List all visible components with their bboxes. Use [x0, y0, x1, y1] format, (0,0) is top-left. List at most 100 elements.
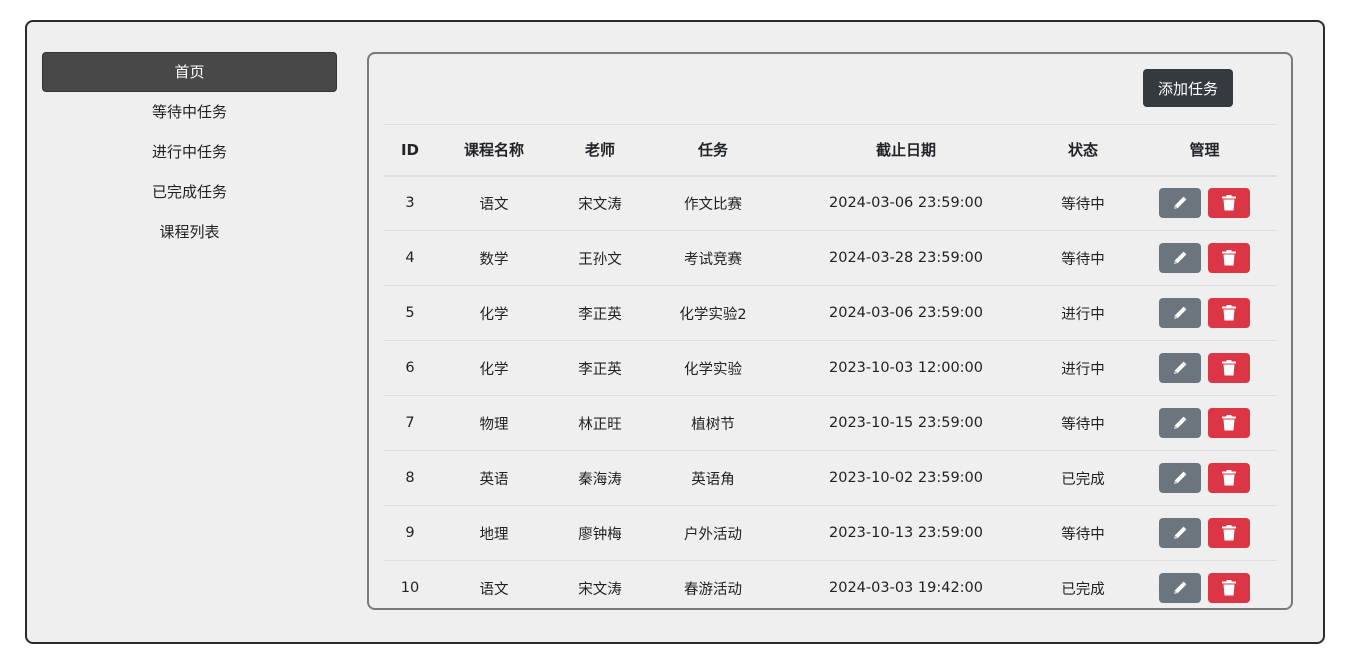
- cell-task: 春游活动: [648, 560, 778, 616]
- table-row: 10 语文 宋文涛 春游活动 2024-03-03 19:42:00 已完成: [384, 560, 1277, 616]
- trash-icon: [1221, 250, 1236, 266]
- delete-button[interactable]: [1207, 353, 1250, 383]
- pencil-icon: [1174, 196, 1187, 210]
- cell-task: 植树节: [648, 395, 778, 451]
- cell-teacher: 王孙文: [552, 230, 648, 286]
- task-table: ID 课程名称 老师 任务 截止日期 状态 管理 3 语文 宋文涛 作文比赛 2…: [384, 124, 1277, 616]
- cell-task: 考试竞赛: [648, 230, 778, 286]
- cell-teacher: 秦海涛: [552, 450, 648, 506]
- delete-button[interactable]: [1207, 188, 1250, 219]
- header-id: ID: [384, 124, 436, 177]
- cell-task: 化学实验: [648, 340, 778, 396]
- cell-due-date: 2023-10-02 23:59:00: [778, 450, 1034, 506]
- cell-due-date: 2023-10-03 12:00:00: [778, 340, 1034, 396]
- cell-manage: [1132, 340, 1277, 396]
- cell-status: 等待中: [1034, 175, 1132, 231]
- pencil-icon: [1174, 251, 1187, 264]
- cell-id: 3: [384, 175, 436, 231]
- cell-status: 已完成: [1034, 560, 1132, 616]
- edit-button[interactable]: [1159, 463, 1202, 493]
- trash-icon: [1221, 360, 1236, 376]
- table-row: 4 数学 王孙文 考试竞赛 2024-03-28 23:59:00 等待中: [384, 230, 1277, 286]
- pencil-icon: [1174, 581, 1187, 595]
- header-manage: 管理: [1132, 124, 1277, 177]
- table-row: 9 地理 廖钟梅 户外活动 2023-10-13 23:59:00 等待中: [384, 505, 1277, 561]
- cell-teacher: 李正英: [552, 285, 648, 341]
- cell-id: 5: [384, 285, 436, 341]
- pencil-icon: [1174, 526, 1187, 539]
- trash-icon: [1221, 195, 1236, 211]
- trash-icon: [1221, 470, 1236, 486]
- cell-teacher: 廖钟梅: [552, 505, 648, 561]
- trash-icon: [1221, 305, 1236, 321]
- cell-course: 语文: [436, 175, 552, 231]
- header-due-date: 截止日期: [778, 124, 1034, 177]
- cell-manage: [1132, 505, 1277, 561]
- trash-icon: [1221, 580, 1236, 596]
- delete-button[interactable]: [1207, 298, 1250, 328]
- sidebar-item-in-progress-tasks[interactable]: 进行中任务: [42, 132, 337, 172]
- header-course: 课程名称: [436, 124, 552, 177]
- cell-due-date: 2024-03-03 19:42:00: [778, 560, 1034, 616]
- sidebar: 首页 等待中任务 进行中任务 已完成任务 课程列表: [42, 52, 337, 252]
- delete-button[interactable]: [1207, 518, 1250, 548]
- cell-manage: [1132, 395, 1277, 451]
- cell-status: 等待中: [1034, 230, 1132, 286]
- edit-button[interactable]: [1159, 573, 1202, 604]
- edit-button[interactable]: [1159, 298, 1202, 328]
- cell-teacher: 李正英: [552, 340, 648, 396]
- cell-task: 英语角: [648, 450, 778, 506]
- cell-id: 9: [384, 505, 436, 561]
- cell-task: 化学实验2: [648, 285, 778, 341]
- cell-status: 进行中: [1034, 340, 1132, 396]
- table-row: 7 物理 林正旺 植树节 2023-10-15 23:59:00 等待中: [384, 395, 1277, 451]
- cell-id: 6: [384, 340, 436, 396]
- add-task-button[interactable]: 添加任务: [1143, 69, 1233, 107]
- edit-button[interactable]: [1159, 188, 1202, 219]
- edit-button[interactable]: [1159, 518, 1202, 548]
- cell-course: 化学: [436, 340, 552, 396]
- cell-task: 作文比赛: [648, 175, 778, 231]
- sidebar-item-completed-tasks[interactable]: 已完成任务: [42, 172, 337, 212]
- cell-id: 10: [384, 560, 436, 616]
- cell-course: 物理: [436, 395, 552, 451]
- cell-manage: [1132, 285, 1277, 341]
- edit-button[interactable]: [1159, 243, 1202, 273]
- cell-due-date: 2024-03-06 23:59:00: [778, 175, 1034, 231]
- cell-course: 英语: [436, 450, 552, 506]
- cell-task: 户外活动: [648, 505, 778, 561]
- cell-id: 8: [384, 450, 436, 506]
- cell-manage: [1132, 175, 1277, 231]
- cell-due-date: 2023-10-13 23:59:00: [778, 505, 1034, 561]
- pencil-icon: [1174, 471, 1187, 484]
- cell-course: 数学: [436, 230, 552, 286]
- header-task: 任务: [648, 124, 778, 177]
- cell-due-date: 2024-03-28 23:59:00: [778, 230, 1034, 286]
- cell-id: 7: [384, 395, 436, 451]
- cell-due-date: 2024-03-06 23:59:00: [778, 285, 1034, 341]
- sidebar-item-course-list[interactable]: 课程列表: [42, 212, 337, 252]
- edit-button[interactable]: [1159, 353, 1202, 383]
- cell-due-date: 2023-10-15 23:59:00: [778, 395, 1034, 451]
- cell-manage: [1132, 230, 1277, 286]
- cell-teacher: 林正旺: [552, 395, 648, 451]
- cell-manage: [1132, 450, 1277, 506]
- sidebar-item-pending-tasks[interactable]: 等待中任务: [42, 92, 337, 132]
- delete-button[interactable]: [1207, 463, 1250, 493]
- table-row: 3 语文 宋文涛 作文比赛 2024-03-06 23:59:00 等待中: [384, 175, 1277, 231]
- delete-button[interactable]: [1207, 243, 1250, 273]
- delete-button[interactable]: [1207, 408, 1250, 438]
- pencil-icon: [1174, 416, 1187, 429]
- cell-course: 化学: [436, 285, 552, 341]
- cell-course: 语文: [436, 560, 552, 616]
- edit-button[interactable]: [1159, 408, 1202, 438]
- table-row: 5 化学 李正英 化学实验2 2024-03-06 23:59:00 进行中: [384, 285, 1277, 341]
- header-teacher: 老师: [552, 124, 648, 177]
- table-row: 6 化学 李正英 化学实验 2023-10-03 12:00:00 进行中: [384, 340, 1277, 396]
- pencil-icon: [1174, 306, 1187, 319]
- cell-status: 等待中: [1034, 395, 1132, 451]
- pencil-icon: [1174, 361, 1187, 374]
- sidebar-item-home[interactable]: 首页: [42, 52, 337, 92]
- delete-button[interactable]: [1207, 573, 1250, 604]
- cell-id: 4: [384, 230, 436, 286]
